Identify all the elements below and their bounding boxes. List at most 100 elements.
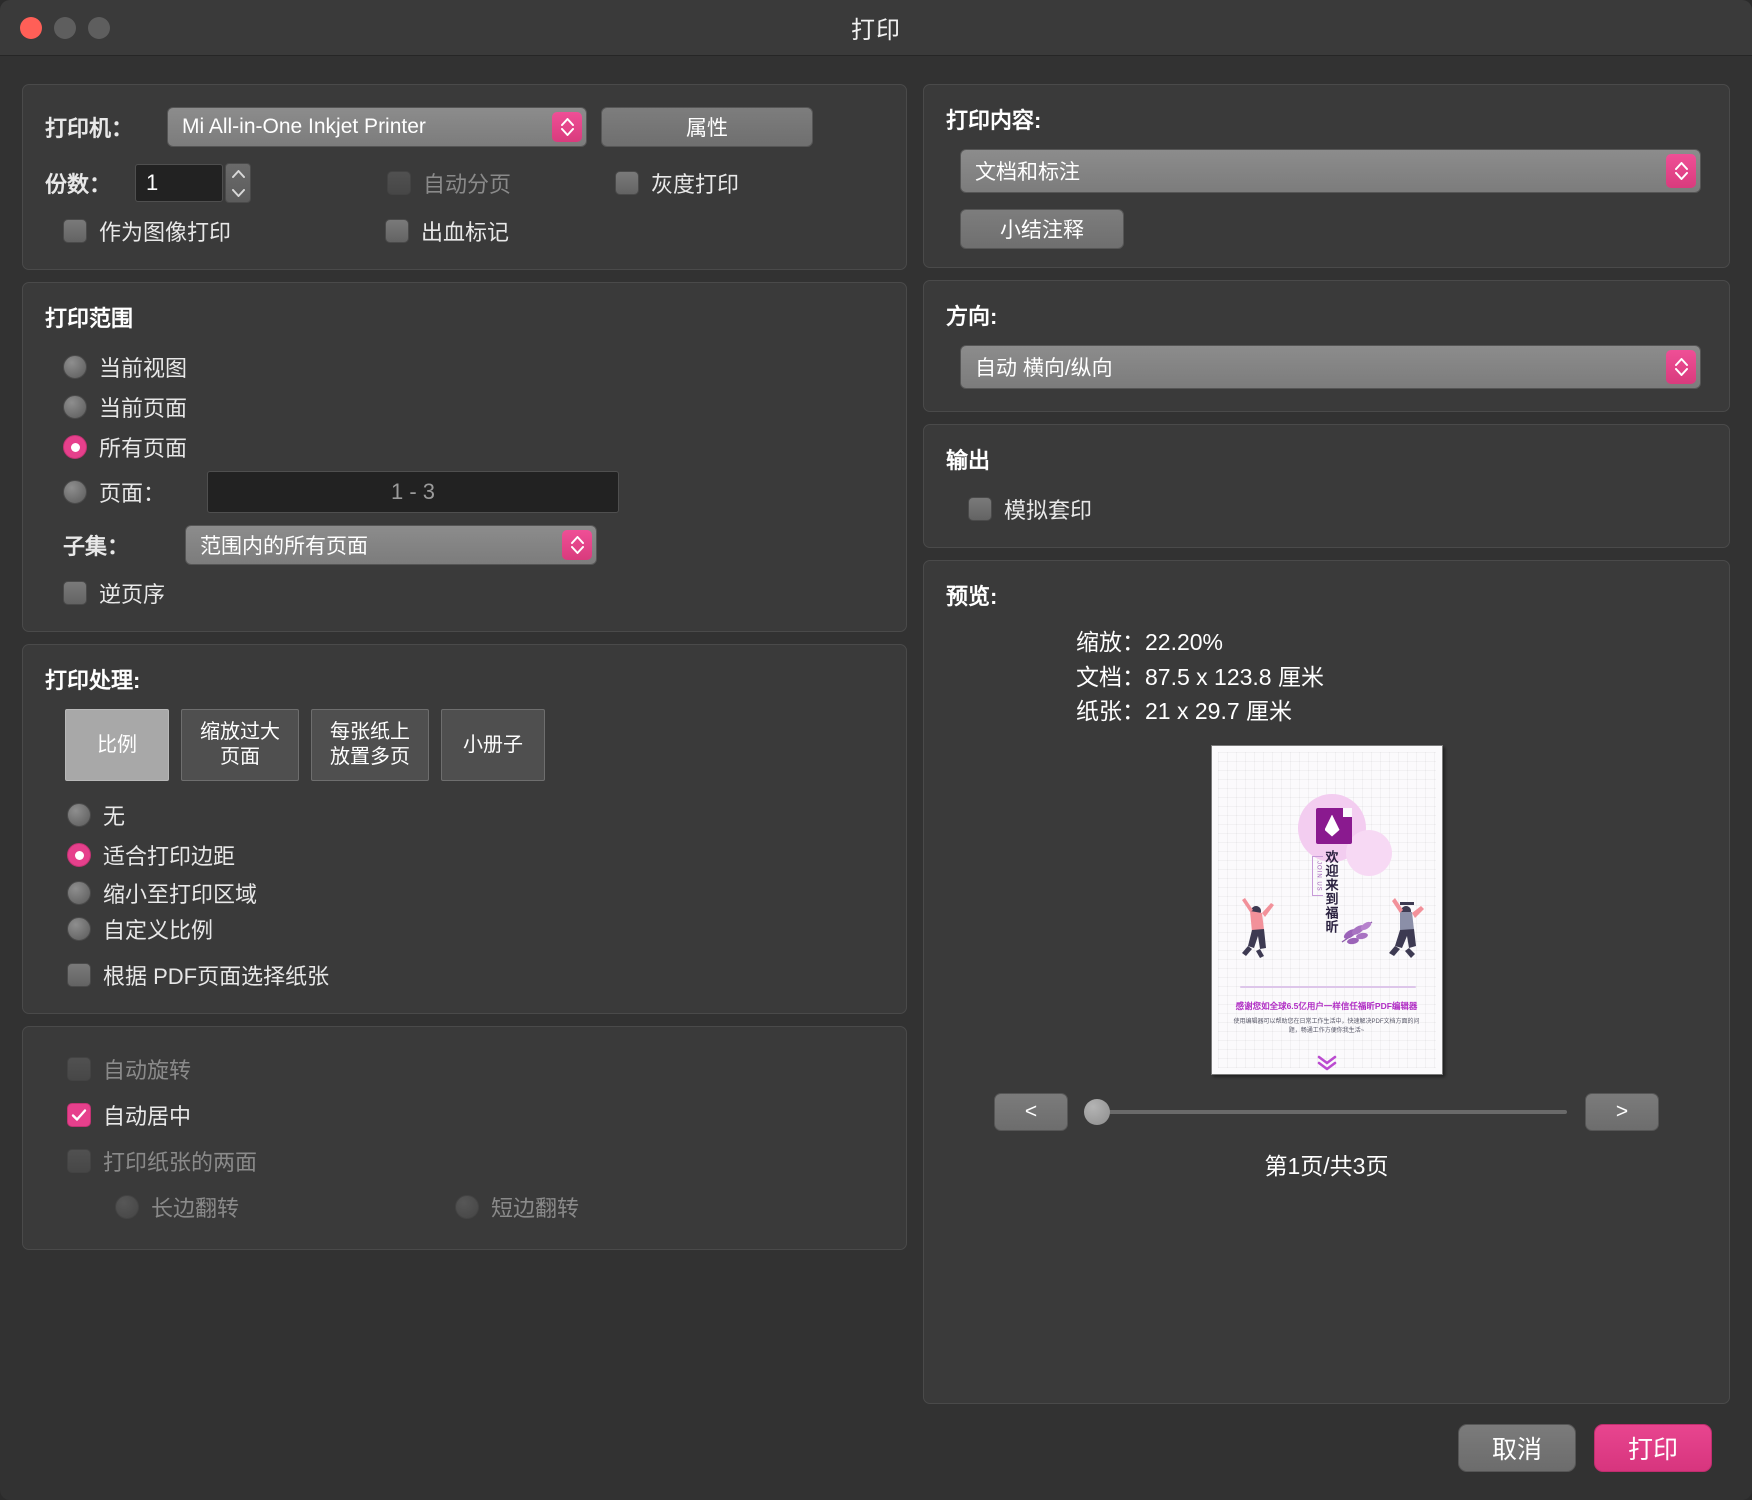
traffic-lights — [20, 17, 110, 39]
pages-range-input[interactable]: 1 - 3 — [207, 471, 619, 513]
print-as-image-row: 作为图像打印 出血标记 — [45, 211, 884, 251]
decorative-circle-small-icon — [1346, 830, 1392, 876]
thumbnail-headline: 感谢您如全球6.5亿用户一样信任福昕PDF编辑器 — [1220, 1000, 1434, 1012]
preview-zoom-value: 22.20% — [1145, 629, 1223, 655]
auto-center-checkbox[interactable] — [67, 1103, 91, 1127]
print-content-select[interactable]: 文档和标注 — [960, 149, 1701, 193]
range-radio-current-page[interactable] — [63, 395, 87, 419]
scale-radio-none[interactable] — [67, 803, 91, 827]
printer-properties-button[interactable]: 属性 — [601, 107, 813, 147]
flip-short-edge-label: 短边翻转 — [491, 1191, 579, 1223]
choose-paper-by-pdf-option[interactable]: 根据 PDF页面选择纸张 — [67, 955, 884, 995]
preview-prev-page-button[interactable]: < — [994, 1093, 1068, 1131]
minimize-window-icon[interactable] — [54, 17, 76, 39]
bleed-marks-checkbox[interactable] — [385, 219, 409, 243]
grayscale-checkbox[interactable] — [615, 171, 639, 195]
duplex-label: 打印纸张的两面 — [103, 1145, 257, 1177]
preview-document-value: 87.5 x 123.8 厘米 — [1145, 664, 1324, 690]
scale-option-none[interactable]: 无 — [67, 795, 884, 835]
print-content-select-value: 文档和标注 — [975, 156, 1080, 186]
tab-oversized-pages[interactable]: 缩放过大 页面 — [181, 709, 299, 781]
auto-collate-checkbox[interactable] — [387, 171, 411, 195]
range-radio-current-view[interactable] — [63, 355, 87, 379]
print-as-image-option[interactable]: 作为图像打印 — [63, 211, 231, 251]
scale-radio-custom[interactable] — [67, 917, 91, 941]
chevron-down-icon — [1675, 172, 1688, 180]
dialog-body: 打印机： Mi All-in-One Inkjet Printer 属性 份数：… — [0, 56, 1752, 1404]
maximize-window-icon[interactable] — [88, 17, 110, 39]
tab-booklet[interactable]: 小册子 — [441, 709, 545, 781]
range-label-current-page: 当前页面 — [99, 391, 187, 423]
leaf-branch-icon — [1340, 918, 1374, 946]
copies-input[interactable]: 1 — [135, 164, 223, 202]
chevron-up-icon — [1675, 358, 1688, 366]
orientation-select[interactable]: 自动 横向/纵向 — [960, 345, 1701, 389]
preview-paper-value: 21 x 29.7 厘米 — [1145, 698, 1292, 724]
summarize-comments-button[interactable]: 小结注释 — [960, 209, 1124, 249]
subset-select[interactable]: 范围内的所有页面 — [185, 525, 597, 565]
preview-next-page-button[interactable]: > — [1585, 1093, 1659, 1131]
range-radio-pages[interactable] — [63, 480, 87, 504]
flip-long-edge-radio — [115, 1195, 139, 1219]
scale-radio-fit-margins[interactable] — [67, 843, 91, 867]
cancel-button[interactable]: 取消 — [1458, 1424, 1576, 1472]
preview-thumbnail: JOIN US 欢迎来到福昕 — [1211, 745, 1443, 1075]
simulate-overprint-checkbox[interactable] — [968, 497, 992, 521]
simulate-overprint-option[interactable]: 模拟套印 — [968, 489, 1707, 529]
print-handling-title: 打印处理: — [45, 663, 884, 695]
preview-document-line: 文档：87.5 x 123.8 厘米 — [1076, 660, 1707, 695]
chevron-up-icon[interactable] — [232, 170, 245, 178]
print-range-panel: 打印范围 当前视图 当前页面 所有页面 页面： — [22, 282, 907, 632]
choose-paper-by-pdf-checkbox[interactable] — [67, 963, 91, 987]
subset-row: 子集： 范围内的所有页面 — [63, 525, 884, 565]
reverse-pages-checkbox[interactable] — [63, 581, 87, 605]
chevron-down-icon[interactable] — [232, 189, 245, 197]
scale-option-fit-margins[interactable]: 适合打印边距 — [67, 835, 884, 875]
copies-label: 份数： — [45, 167, 135, 199]
print-content-title: 打印内容: — [946, 103, 1707, 135]
bleed-marks-option[interactable]: 出血标记 — [385, 211, 509, 251]
preview-page-slider[interactable] — [1086, 1110, 1567, 1114]
range-label-all-pages: 所有页面 — [99, 431, 187, 463]
range-option-current-view[interactable]: 当前视图 — [63, 347, 884, 387]
choose-paper-by-pdf-label: 根据 PDF页面选择纸张 — [103, 959, 329, 991]
reverse-pages-label: 逆页序 — [99, 577, 165, 609]
auto-center-option[interactable]: 自动居中 — [67, 1095, 884, 1135]
person-right-illustration — [1382, 894, 1426, 960]
grayscale-option[interactable]: 灰度打印 — [615, 163, 739, 203]
scale-option-shrink[interactable]: 缩小至打印区域 — [67, 875, 884, 911]
print-as-image-checkbox[interactable] — [63, 219, 87, 243]
orientation-title: 方向: — [946, 299, 1707, 331]
copies-stepper[interactable] — [225, 163, 251, 203]
flip-short-edge-option: 短边翻转 — [455, 1187, 579, 1227]
print-button[interactable]: 打印 — [1594, 1424, 1712, 1472]
tab-scale[interactable]: 比例 — [65, 709, 169, 781]
scale-option-custom[interactable]: 自定义比例 — [67, 911, 884, 947]
reverse-pages-option[interactable]: 逆页序 — [63, 573, 884, 613]
print-as-image-label: 作为图像打印 — [99, 215, 231, 247]
range-option-pages[interactable]: 页面： — [63, 472, 207, 512]
range-radio-all-pages[interactable] — [63, 435, 87, 459]
bleed-marks-label: 出血标记 — [421, 215, 509, 247]
preview-pager: < > — [946, 1093, 1707, 1131]
tab-oversized-pages-line1: 缩放过大 — [200, 721, 280, 743]
range-pages-row: 页面： 1 - 3 — [63, 471, 884, 513]
preview-page-slider-knob[interactable] — [1084, 1099, 1110, 1125]
window-title: 打印 — [0, 10, 1752, 45]
range-option-all-pages[interactable]: 所有页面 — [63, 427, 884, 467]
tab-multiple-per-sheet[interactable]: 每张纸上 放置多页 — [311, 709, 429, 781]
chevron-up-icon — [561, 118, 574, 126]
scale-radio-shrink[interactable] — [67, 881, 91, 905]
close-window-icon[interactable] — [20, 17, 42, 39]
chevron-up-icon — [571, 536, 584, 544]
print-content-select-stepper-icon — [1666, 154, 1696, 188]
chevron-down-icon — [1675, 368, 1688, 376]
subset-label: 子集： — [63, 529, 171, 561]
range-option-current-page[interactable]: 当前页面 — [63, 387, 884, 427]
printer-select[interactable]: Mi All-in-One Inkjet Printer — [167, 107, 587, 147]
auto-collate-option[interactable]: 自动分页 — [387, 163, 511, 203]
subset-select-stepper-icon — [562, 530, 592, 560]
scale-label-fit-margins: 适合打印边距 — [103, 839, 235, 871]
print-range-title: 打印范围 — [45, 301, 884, 333]
preview-zoom-label: 缩放： — [1076, 629, 1145, 655]
